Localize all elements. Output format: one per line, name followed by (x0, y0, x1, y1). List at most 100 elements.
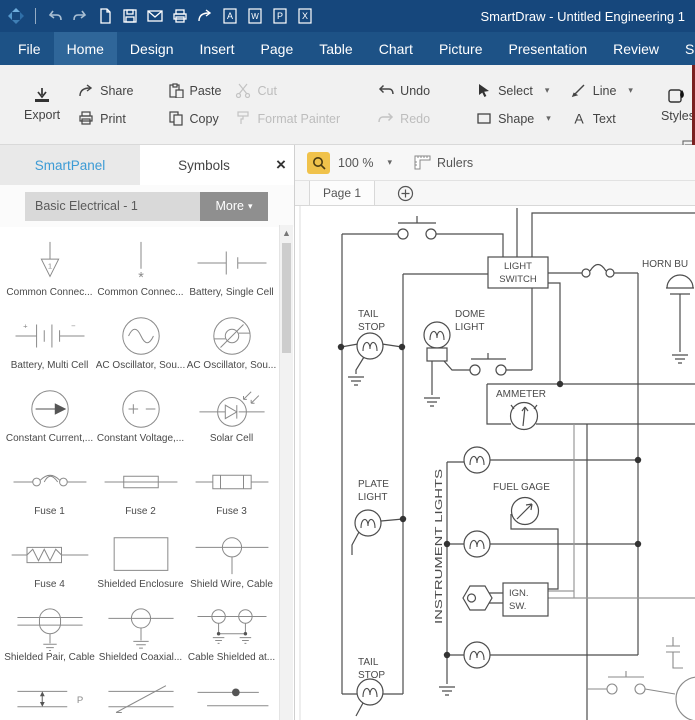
library-selector[interactable]: Basic Electrical - 1 (25, 192, 200, 221)
line-icon (571, 83, 587, 98)
share-button[interactable]: Share (78, 79, 133, 103)
symbol-item[interactable]: Constant Current,... (4, 373, 95, 446)
format-painter-button[interactable]: Format Painter (235, 107, 340, 131)
share-icon[interactable] (197, 8, 213, 24)
new-document-icon[interactable] (97, 8, 113, 24)
symbol-item[interactable]: Fuse 3 (186, 446, 277, 519)
close-panel-icon[interactable]: × (268, 145, 294, 185)
instrument-lamp-3 (464, 642, 490, 668)
symbol-item[interactable]: Constant Voltage,... (95, 373, 186, 446)
print-icon[interactable] (172, 8, 188, 24)
menu-table[interactable]: Table (306, 32, 365, 65)
shape-dropdown-caret[interactable]: ▾ (546, 113, 551, 124)
line-dropdown-caret[interactable]: ▾ (628, 85, 633, 96)
tab-smartpanel[interactable]: SmartPanel (0, 145, 140, 185)
page-tab[interactable]: Page 1 (309, 181, 375, 205)
select-dropdown-caret[interactable]: ▾ (545, 85, 550, 96)
select-cursor-icon (476, 83, 492, 98)
save-icon[interactable] (122, 8, 138, 24)
symbol-item[interactable]: Shield Wire, Cable (186, 519, 277, 592)
smartdraw-window: A W P X SmartDraw - Untitled Engineering… (0, 0, 695, 720)
symbol-item[interactable] (186, 665, 277, 720)
svg-text:1: 1 (47, 262, 51, 271)
powerpoint-export-icon[interactable]: P (272, 8, 288, 24)
more-caret-icon: ▾ (248, 201, 253, 212)
paste-icon (168, 83, 184, 98)
rulers-icon (414, 155, 431, 170)
add-page-button[interactable] (397, 181, 414, 205)
shape-button[interactable]: Shape ▾ (476, 107, 551, 131)
symbol-item[interactable]: 1 Common Connec... (4, 227, 95, 300)
symbol-item[interactable]: + − Battery, Multi Cell (4, 300, 95, 373)
symbol-item[interactable]: P (4, 665, 95, 720)
light-switch-label: SWITCH (499, 274, 537, 285)
menu-review[interactable]: Review (600, 32, 672, 65)
symbol-item[interactable]: Fuse 4 (4, 519, 95, 592)
scroll-up-icon[interactable]: ▲ (280, 225, 293, 238)
add-page-icon (397, 185, 414, 202)
symbol-item[interactable]: Shielded Pair, Cable (4, 592, 95, 665)
svg-text:W: W (251, 12, 259, 21)
zoom-dropdown-caret[interactable]: ▾ (387, 157, 392, 168)
undo-button[interactable]: Undo (378, 79, 430, 103)
symbol-grid: 1 Common Connec... * Common Connec... Ba… (4, 227, 278, 720)
symbol-item[interactable] (95, 665, 186, 720)
symbol-item[interactable]: * Common Connec... (95, 227, 186, 300)
symbol-item[interactable]: Solar Cell (186, 373, 277, 446)
menu-page[interactable]: Page (248, 32, 307, 65)
ignition-switch-label: IGN. (509, 588, 529, 599)
redo-button[interactable]: Redo (378, 107, 430, 131)
menu-presentation[interactable]: Presentation (496, 32, 601, 65)
cable-shielded-at-icon (190, 605, 274, 651)
cut-button[interactable]: Cut (235, 79, 340, 103)
symbol-item[interactable]: AC Oscillator, Sou... (186, 300, 277, 373)
menu-chart[interactable]: Chart (366, 32, 426, 65)
paste-button[interactable]: Paste (168, 79, 222, 103)
pdf-export-icon[interactable]: A (222, 8, 238, 24)
menu-file[interactable]: File (5, 32, 54, 65)
symbol-item[interactable]: Shielded Coaxial... (95, 592, 186, 665)
menu-design[interactable]: Design (117, 32, 187, 65)
rulers-toggle[interactable]: Rulers (414, 155, 473, 170)
symbol-item[interactable]: Cable Shielded at... (186, 592, 277, 665)
tab-symbols[interactable]: Symbols (140, 145, 268, 185)
canvas-area: 100 % ▾ Rulers Page 1 (295, 145, 695, 720)
menu-support[interactable]: Support (672, 32, 695, 65)
page-tabs-row: Page 1 (295, 181, 695, 206)
more-button[interactable]: More▾ (200, 192, 268, 221)
undo-icon (378, 83, 394, 98)
email-icon[interactable] (147, 8, 163, 24)
tail-stop-bottom-label: TAIL (358, 657, 379, 668)
print-button[interactable]: Print (78, 107, 133, 131)
scrollbar-thumb[interactable] (282, 243, 291, 353)
symbol-item[interactable]: Fuse 2 (95, 446, 186, 519)
excel-export-icon[interactable]: X (297, 8, 313, 24)
format-painter-icon (235, 111, 251, 126)
tail-stop-bottom-label: STOP (358, 670, 385, 681)
select-button[interactable]: Select ▾ (476, 79, 551, 103)
copy-button[interactable]: Copy (168, 107, 222, 131)
svg-text:*: * (138, 270, 144, 286)
horn-button-label: HORN BU (642, 259, 688, 270)
word-export-icon[interactable]: W (247, 8, 263, 24)
shielded-pair-cable-icon (8, 605, 92, 651)
panel-scrollbar[interactable]: ▲ (279, 225, 293, 720)
menu-insert[interactable]: Insert (187, 32, 248, 65)
tail-stop-top-label: STOP (358, 322, 385, 333)
crossed-lines-icon (99, 678, 183, 720)
symbol-item[interactable]: AC Oscillator, Sou... (95, 300, 186, 373)
symbol-item[interactable]: Shielded Enclosure (95, 519, 186, 592)
export-button[interactable]: Export (24, 65, 60, 144)
zoom-level[interactable]: 100 % (338, 156, 373, 170)
undo-icon[interactable] (47, 8, 63, 24)
zoom-button[interactable] (307, 152, 330, 174)
menu-picture[interactable]: Picture (426, 32, 496, 65)
text-button[interactable]: A Text (571, 107, 633, 131)
symbol-item[interactable]: Battery, Single Cell (186, 227, 277, 300)
symbol-item[interactable]: Fuse 1 (4, 446, 95, 519)
panel-tabs: SmartPanel Symbols × (0, 145, 294, 185)
line-button[interactable]: Line ▾ (571, 79, 633, 103)
redo-icon[interactable] (72, 8, 88, 24)
menu-home[interactable]: Home (54, 32, 117, 65)
drawing-page[interactable]: LIGHT SWITCH HORN BU TAIL STOP DOME LIGH… (295, 206, 695, 720)
